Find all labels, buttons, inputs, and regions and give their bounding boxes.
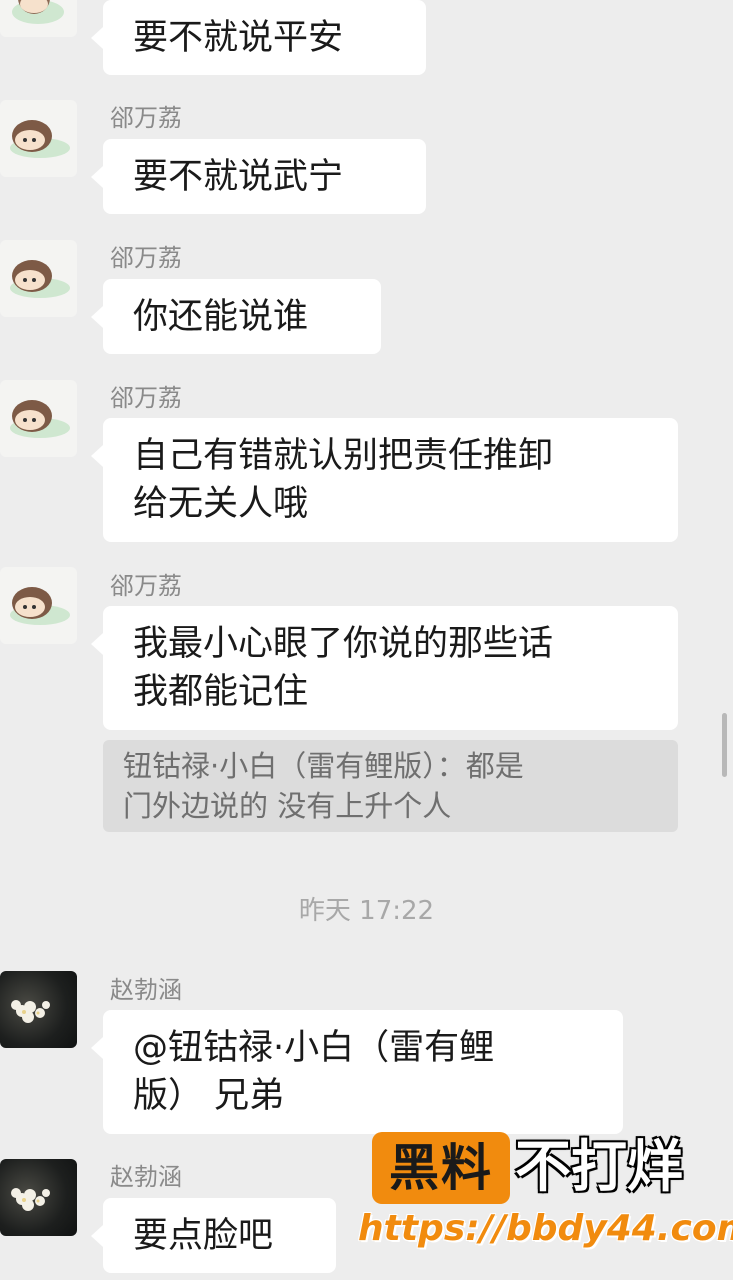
quote-line: 钮钴禄·小白（雷有鲤版）：都是 xyxy=(123,749,524,783)
sender-name: 郤万荔 xyxy=(110,572,182,600)
message-bubble[interactable]: 自己有错就认别把责任推卸 给无关人哦 xyxy=(91,418,678,542)
timestamp: 昨天 17:22 xyxy=(298,896,435,926)
quoted-reply[interactable]: 钮钴禄·小白（雷有鲤版）：都是 门外边说的 没有上升个人 xyxy=(103,740,678,832)
message-line: 给无关人哦 xyxy=(133,484,309,524)
avatar[interactable] xyxy=(0,1159,77,1236)
message-line: 我最小心眼了你说的那些话 xyxy=(133,624,554,664)
message-bubble[interactable]: @钮钴禄·小白（雷有鲤 版） 兄弟 xyxy=(91,1010,623,1134)
scrollbar[interactable] xyxy=(722,713,727,777)
message-line: 自己有错就认别把责任推卸 xyxy=(133,436,554,476)
watermark-url: https://bbdy44.com xyxy=(358,1208,733,1249)
quote-line: 门外边说的 没有上升个人 xyxy=(123,789,452,823)
avatar[interactable] xyxy=(0,0,77,37)
message-bubble[interactable]: 要不就说武宁 xyxy=(91,139,426,214)
watermark-text: 不打烊 xyxy=(515,1135,683,1200)
avatar[interactable] xyxy=(0,240,77,317)
avatar[interactable] xyxy=(0,971,77,1048)
message-line: 我都能记住 xyxy=(133,672,309,712)
avatar[interactable] xyxy=(0,567,77,644)
avatar[interactable] xyxy=(0,100,77,177)
message-line: @钮钴禄·小白（雷有鲤 xyxy=(133,1028,495,1068)
watermark-badge: 黑料 xyxy=(372,1132,510,1204)
sender-name: 赵勃涵 xyxy=(110,976,182,1004)
sender-name: 赵勃涵 xyxy=(110,1163,182,1191)
message-bubble[interactable]: 要不就说平安 xyxy=(91,0,426,75)
message-bubble[interactable]: 我最小心眼了你说的那些话 我都能记住 xyxy=(91,606,678,730)
avatar[interactable] xyxy=(0,380,77,457)
message-bubble[interactable]: 要点脸吧 xyxy=(91,1198,336,1273)
message-line: 版） 兄弟 xyxy=(133,1076,285,1116)
sender-name: 郤万荔 xyxy=(110,384,182,412)
message-bubble[interactable]: 你还能说谁 xyxy=(91,279,381,354)
sender-name: 郤万荔 xyxy=(110,104,182,132)
sender-name: 郤万荔 xyxy=(110,244,182,272)
